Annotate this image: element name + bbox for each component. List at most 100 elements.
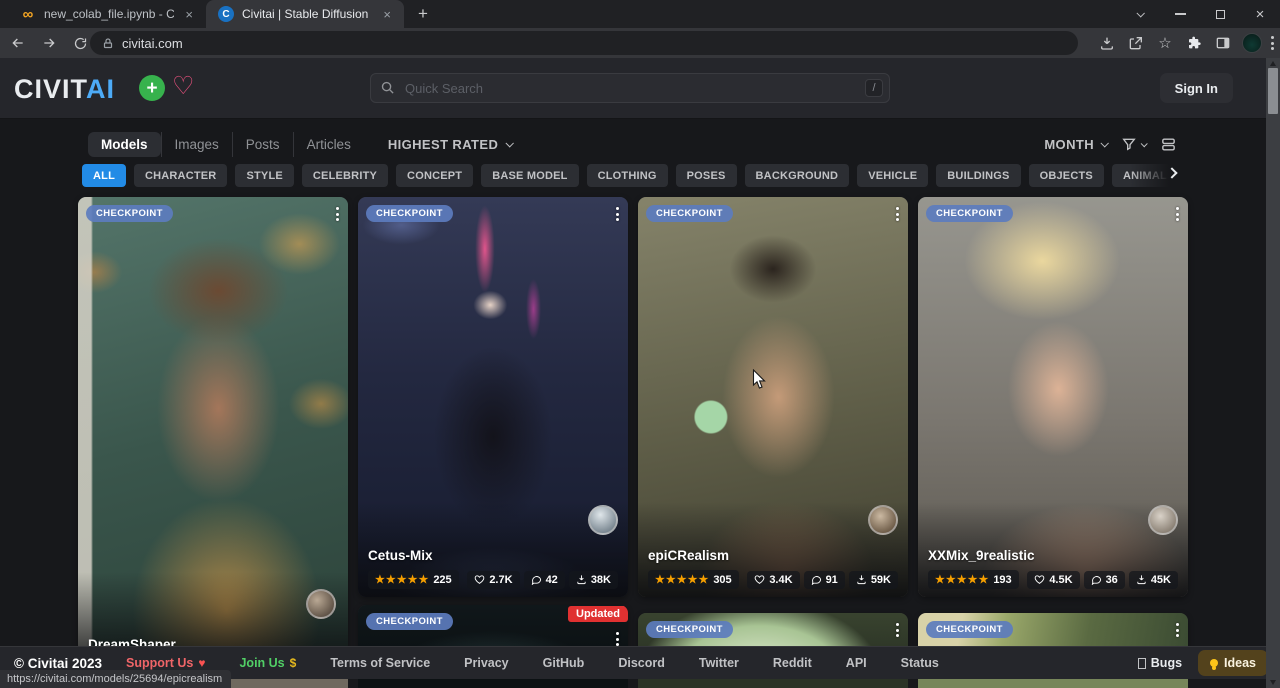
sign-in-button[interactable]: Sign In [1160, 73, 1233, 103]
card-menu-icon[interactable] [1173, 204, 1182, 224]
comments-pill: 36 [1084, 571, 1125, 589]
browser-tab-colab[interactable]: ∞ new_colab_file.ipynb - Colaborat × [8, 0, 206, 28]
sort-dropdown[interactable]: HIGHEST RATED [388, 137, 512, 152]
browser-profile-avatar[interactable] [1242, 33, 1262, 53]
heart-icon [754, 574, 765, 585]
restore-button[interactable] [1200, 0, 1240, 28]
share-icon[interactable] [1126, 33, 1146, 53]
upload-plus-button[interactable]: + [139, 75, 165, 101]
category-chip[interactable]: STYLE [235, 164, 293, 187]
comments-count: 36 [1106, 574, 1118, 586]
heart-icon [474, 574, 485, 585]
footer-link[interactable]: Privacy [464, 656, 508, 670]
category-chip[interactable]: BASE MODEL [481, 164, 578, 187]
card-menu-icon[interactable] [613, 204, 622, 224]
category-chip[interactable]: BUILDINGS [936, 164, 1020, 187]
category-chip[interactable]: ALL [82, 164, 126, 187]
support-heart-icon[interactable]: ♡ [172, 71, 194, 101]
footer-link[interactable]: Twitter [699, 656, 739, 670]
card-menu-icon[interactable] [333, 204, 342, 224]
card-menu-icon[interactable] [893, 204, 902, 224]
star-rating-icon: ★★★★★ [935, 573, 989, 586]
category-chip[interactable]: CELEBRITY [302, 164, 388, 187]
sort-label: HIGHEST RATED [388, 137, 498, 152]
nav-tab[interactable]: Articles [293, 132, 364, 157]
nav-tab[interactable]: Posts [232, 132, 293, 157]
chevron-down-icon [506, 139, 514, 147]
forward-button[interactable] [36, 30, 62, 56]
creator-avatar[interactable] [588, 505, 618, 535]
tab-close-icon[interactable]: × [182, 7, 196, 22]
footer-link[interactable]: Discord [618, 656, 665, 670]
minimize-button[interactable] [1160, 0, 1200, 28]
close-button[interactable]: × [1240, 0, 1280, 28]
scroll-down-icon[interactable] [1270, 680, 1276, 685]
nav-tab[interactable]: Images [161, 132, 232, 157]
page-scrollbar[interactable] [1266, 58, 1280, 688]
colab-icon: ∞ [20, 6, 36, 22]
extensions-puzzle-icon[interactable] [1184, 33, 1204, 53]
category-filter-row: ALL CHARACTER STYLE CELEBRITY CONCEPT BA… [82, 164, 1182, 188]
mouse-cursor [752, 369, 767, 395]
download-icon [576, 574, 587, 585]
likes-pill: 3.4K [747, 571, 799, 589]
bug-icon [1138, 658, 1146, 669]
search-input[interactable] [370, 73, 890, 103]
scroll-up-icon[interactable] [1270, 61, 1276, 66]
category-chip[interactable]: CHARACTER [134, 164, 227, 187]
back-button[interactable] [5, 30, 31, 56]
footer-link[interactable]: Terms of Service [330, 656, 430, 670]
civitai-logo[interactable]: CIVITAI [14, 74, 115, 105]
creator-avatar[interactable] [868, 505, 898, 535]
checkpoint-badge: CHECKPOINT [366, 205, 453, 222]
model-card-dreamshaper[interactable]: CHECKPOINT DreamShaper [78, 197, 348, 667]
comments-count: 42 [546, 574, 558, 586]
footer-link[interactable]: API [846, 656, 867, 670]
comments-count: 91 [826, 574, 838, 586]
model-card-cetus-mix[interactable]: CHECKPOINT Cetus-Mix ★★★★★ 225 2.7K 42 [358, 197, 628, 597]
search-shortcut-key: / [865, 79, 883, 97]
download-icon[interactable] [1097, 33, 1117, 53]
footer-link[interactable]: Status [901, 656, 939, 670]
category-chip[interactable]: VEHICLE [857, 164, 928, 187]
tab-search-icon[interactable] [1120, 0, 1160, 28]
scrollbar-thumb[interactable] [1268, 68, 1278, 114]
new-tab-button[interactable]: + [418, 4, 428, 24]
creator-avatar[interactable] [1148, 505, 1178, 535]
ideas-button[interactable]: Ideas [1198, 650, 1268, 676]
layout-toggle-icon[interactable] [1160, 136, 1177, 153]
category-chip[interactable]: CONCEPT [396, 164, 473, 187]
browser-menu-icon[interactable] [1271, 36, 1274, 50]
bookmark-star-icon[interactable]: ☆ [1155, 33, 1175, 53]
downloads-pill: 38K [569, 571, 618, 589]
footer-links: Support Us♥ Join Us$ Terms of Service Pr… [126, 656, 939, 670]
likes-count: 2.7K [489, 574, 512, 586]
tab-close-icon[interactable]: × [380, 7, 394, 22]
creator-avatar[interactable] [306, 589, 336, 619]
footer-link[interactable]: GitHub [543, 656, 585, 670]
nav-tab[interactable]: Models [88, 132, 161, 157]
filter-dropdown[interactable] [1121, 136, 1146, 152]
model-card-epicrealism[interactable]: CHECKPOINT epiCRealism ★★★★★ 305 3.4K 91 [638, 197, 908, 597]
chevron-down-icon [1141, 140, 1148, 147]
likes-pill: 2.7K [467, 571, 519, 589]
logo-accent-text: AI [86, 74, 115, 104]
category-chip[interactable]: POSES [676, 164, 737, 187]
side-panel-icon[interactable] [1213, 33, 1233, 53]
footer-link-icon: ♥ [198, 656, 205, 670]
category-chip[interactable]: CLOTHING [587, 164, 668, 187]
footer-link[interactable]: Join Us$ [239, 656, 296, 670]
browser-tab-civitai[interactable]: C Civitai | Stable Diffusion models, × [206, 0, 404, 28]
period-dropdown[interactable]: MONTH [1044, 137, 1107, 152]
category-chip[interactable]: OBJECTS [1029, 164, 1104, 187]
address-bar[interactable]: civitai.com [90, 31, 1078, 55]
rating-count: 225 [433, 574, 451, 586]
likes-count: 3.4K [769, 574, 792, 586]
card-menu-icon[interactable] [1173, 620, 1182, 640]
footer-link[interactable]: Reddit [773, 656, 812, 670]
card-menu-icon[interactable] [893, 620, 902, 640]
category-chip[interactable]: BACKGROUND [745, 164, 850, 187]
footer-link[interactable]: Support Us♥ [126, 656, 205, 670]
bugs-link[interactable]: Bugs [1138, 656, 1182, 670]
model-card-xxmix9realistic[interactable]: CHECKPOINT XXMix_9realistic ★★★★★ 193 4.… [918, 197, 1188, 597]
